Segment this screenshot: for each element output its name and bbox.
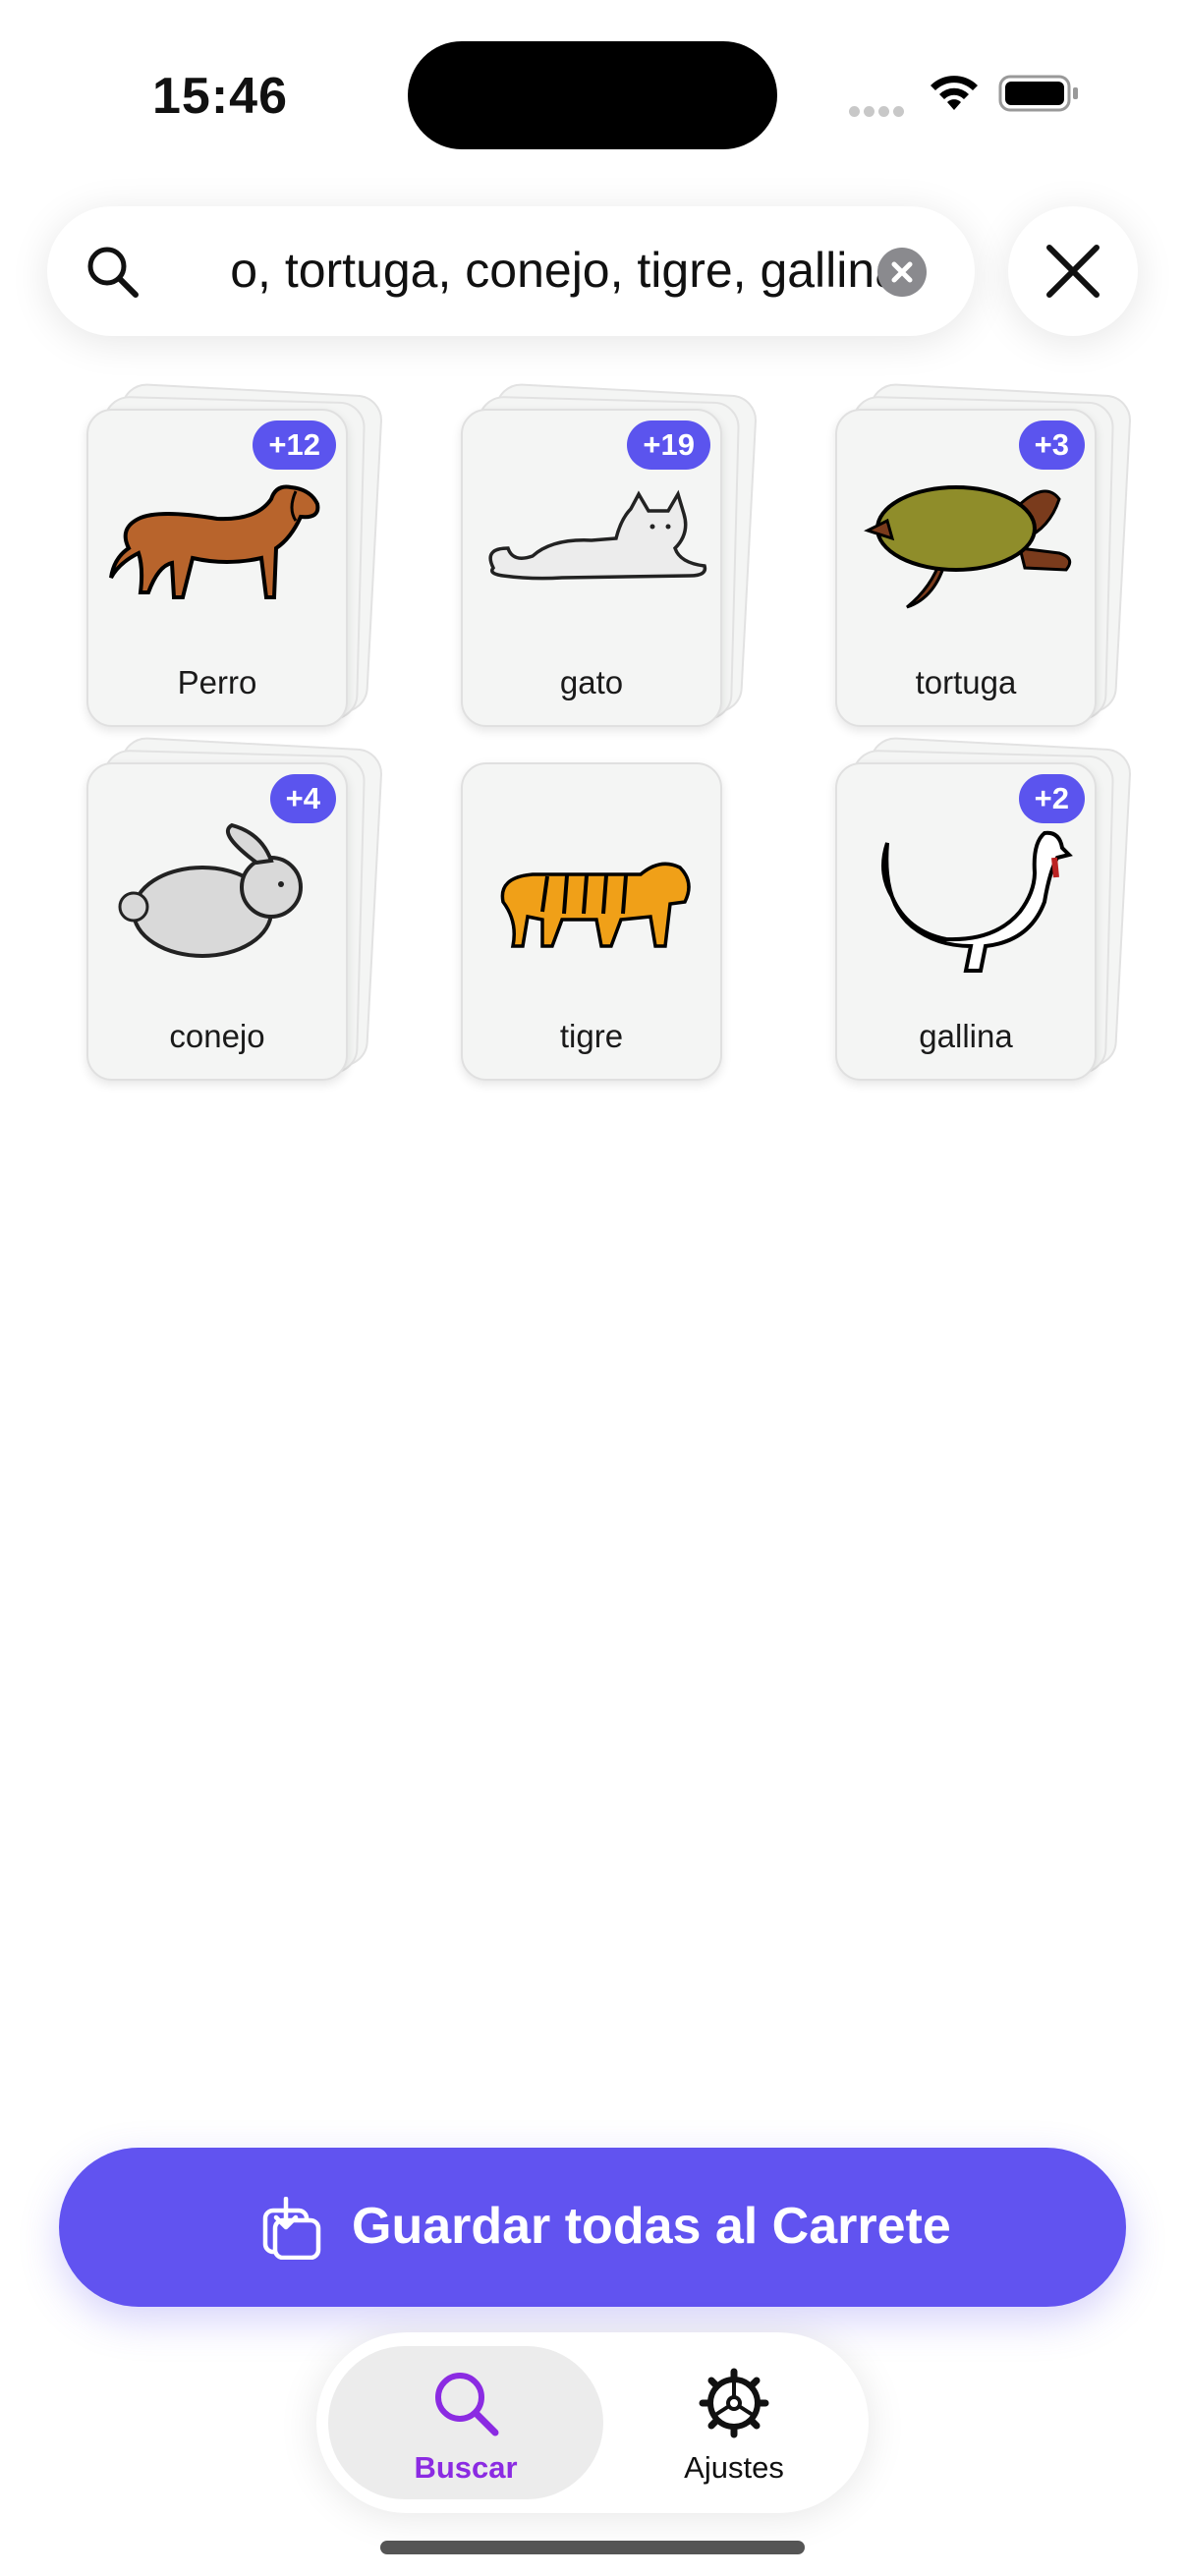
pictogram-card[interactable]: gallina +2 [835,762,1097,1081]
dynamic-island [408,41,777,149]
rabbit-icon [118,822,303,958]
turtle-icon [864,485,1072,609]
result-card-gallina[interactable]: gallina +2 [835,736,1133,1087]
result-card-tortuga[interactable]: tortuga +3 [835,382,1133,733]
card-label: conejo [169,1018,265,1054]
tiger-icon [500,862,691,948]
variant-count-badge: +2 [1018,774,1085,823]
tab-label: Buscar [414,2450,518,2485]
pictogram-card[interactable]: gato +19 [461,409,722,727]
result-card-gato[interactable]: gato +19 [461,382,759,733]
pictogram-card[interactable]: Perro +12 [86,409,348,727]
card-label: gallina [919,1018,1013,1054]
hen-icon [881,830,1073,973]
home-indicator [380,2541,805,2554]
dog-icon [109,484,320,599]
pictogram-card[interactable]: conejo +4 [86,762,348,1081]
tab-ajustes[interactable]: Ajustes [611,2332,857,2513]
card-label: gato [559,664,624,700]
variant-count-badge: +19 [627,420,710,470]
wifi-icon [931,76,978,110]
clear-search-icon[interactable] [877,248,927,297]
pictogram-card[interactable]: tortuga +3 [835,409,1097,727]
search-input[interactable]: o, tortuga, conejo, tigre, gallina [155,206,902,336]
variant-count-badge: +4 [269,774,336,823]
search-icon [87,247,139,298]
save-all-to-camera-roll-button[interactable]: Guardar todas al Carrete [59,2148,1126,2307]
result-card-perro[interactable]: Perro +12 [86,382,384,733]
tab-bar: Buscar Ajustes [316,2332,869,2513]
status-time: 15:46 [152,68,288,125]
close-icon [1046,245,1100,298]
cat-icon [488,489,707,581]
card-label: tigre [559,1018,624,1054]
search-input-text: o, tortuga, conejo, tigre, gallina [230,243,902,298]
close-search-button[interactable] [1008,206,1138,336]
search-bar[interactable]: o, tortuga, conejo, tigre, gallina [47,206,975,336]
card-label: tortuga [915,664,1017,700]
search-icon [435,2373,499,2436]
download-to-photos-icon [262,2197,321,2260]
result-card-tigre[interactable]: tigre [461,762,756,1087]
pictogram-card[interactable]: tigre [461,762,722,1081]
gear-icon [699,2368,769,2438]
variant-count-badge: +3 [1018,420,1085,470]
save-all-label: Guardar todas al Carrete [352,2198,951,2255]
battery-icon [998,75,1078,112]
card-label: Perro [177,664,257,700]
tab-buscar[interactable]: Buscar [328,2332,603,2513]
signal-dots-icon [849,104,908,117]
tab-label: Ajustes [684,2450,784,2485]
variant-count-badge: +12 [253,420,336,470]
result-card-conejo[interactable]: conejo +4 [86,736,384,1087]
